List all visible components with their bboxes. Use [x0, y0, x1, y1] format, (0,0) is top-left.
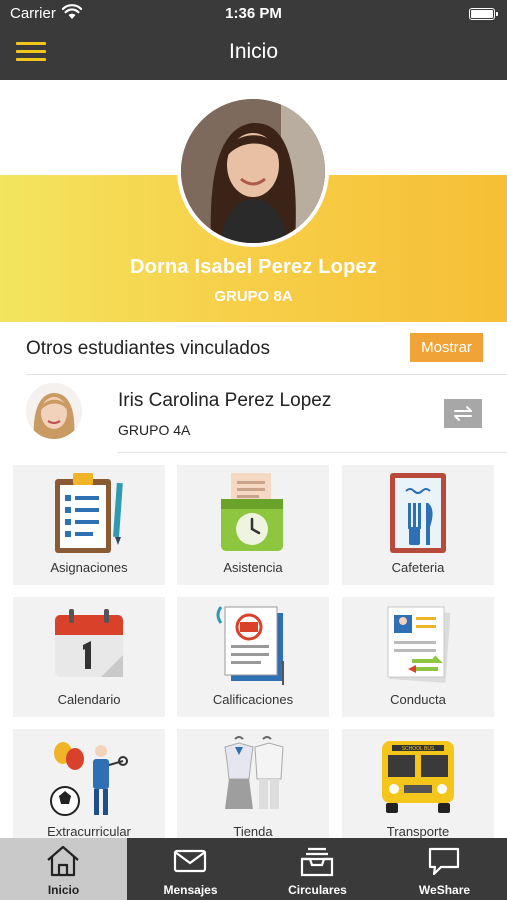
clock: 1:36 PM: [225, 5, 282, 22]
uniform-store-icon: [224, 736, 284, 809]
tile-transporte[interactable]: SCHOOL BUS Transporte: [342, 729, 494, 849]
grade-report-icon: [216, 606, 284, 685]
tab-label: Inicio: [47, 883, 80, 897]
top-bar: Carrier 1:36 PM Inicio: [0, 0, 507, 80]
bus-sign: SCHOOL BUS: [402, 746, 435, 752]
linked-student-avatar: [26, 383, 82, 439]
tile-asistencia[interactable]: Asistencia: [177, 465, 329, 585]
tab-bar: Inicio Mensajes Circulares WeShare: [0, 838, 507, 900]
tile-label: Calendario: [57, 692, 121, 707]
conduct-report-icon: [387, 606, 451, 683]
student-name: Dorna Isabel Perez Lopez: [129, 256, 378, 278]
tile-tienda[interactable]: Tienda: [177, 729, 329, 849]
envelope-icon: [173, 849, 207, 873]
tab-label: Mensajes: [163, 883, 218, 897]
tab-label: WeShare: [418, 883, 471, 897]
attendance-clock-icon: [221, 473, 283, 551]
student-avatar: [177, 95, 329, 247]
show-button[interactable]: Mostrar: [410, 333, 483, 362]
tile-asignaciones[interactable]: Asignaciones: [13, 465, 165, 585]
page-title: Inicio: [228, 40, 279, 63]
tile-label: Calificaciones: [212, 692, 294, 707]
tile-label: Tienda: [233, 824, 273, 839]
extracurricular-icon: [50, 742, 128, 816]
student-group: GRUPO 8A: [214, 288, 293, 305]
linked-students-title: Otros estudiantes vinculados: [26, 338, 270, 359]
tile-label: Conducta: [390, 692, 446, 707]
tab-inicio[interactable]: Inicio: [0, 838, 127, 900]
tile-label: Cafeteria: [391, 560, 445, 575]
battery-icon: [469, 8, 498, 20]
tab-circulares[interactable]: Circulares: [254, 838, 381, 900]
school-bus-icon: SCHOOL BUS: [382, 741, 454, 813]
tile-calendario[interactable]: Calendario: [13, 597, 165, 717]
tile-cafeteria[interactable]: Cafeteria: [342, 465, 494, 585]
swap-arrows-icon: [454, 406, 472, 421]
inbox-tray-icon: [300, 847, 334, 877]
divider: [118, 452, 507, 453]
tab-weshare[interactable]: WeShare: [381, 838, 507, 900]
divider: [26, 374, 507, 375]
cafeteria-menu-icon: [390, 473, 446, 553]
clipboard-checklist-icon: [55, 473, 123, 553]
linked-student-group: GRUPO 4A: [118, 422, 191, 438]
home-icon: [47, 845, 79, 877]
linked-student-name[interactable]: Iris Carolina Perez Lopez: [118, 390, 331, 412]
tab-label: Circulares: [288, 883, 347, 897]
switch-student-button[interactable]: [444, 399, 482, 428]
chat-bubble-icon: [428, 847, 460, 876]
tile-label: Asistencia: [223, 560, 283, 575]
tile-label: Extracurricular: [47, 824, 131, 839]
tile-calificaciones[interactable]: Calificaciones: [177, 597, 329, 717]
tile-label: Transporte: [386, 824, 450, 839]
tile-extracurricular[interactable]: Extracurricular: [13, 729, 165, 849]
calendar-icon: [55, 609, 123, 677]
status-bar: Carrier 1:36 PM: [0, 0, 507, 28]
tile-conducta[interactable]: Conducta: [342, 597, 494, 717]
tab-mensajes[interactable]: Mensajes: [127, 838, 254, 900]
tile-label: Asignaciones: [50, 560, 128, 575]
